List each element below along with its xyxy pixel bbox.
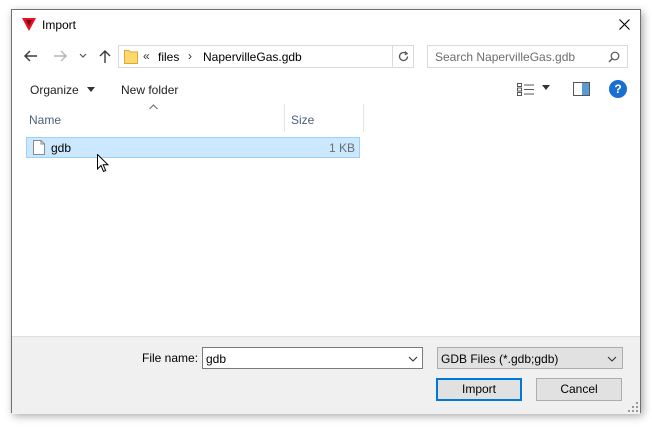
- import-dialog: Import « files › NapervilleGas.gdb Searc…: [11, 9, 641, 414]
- folder-icon: [124, 50, 138, 64]
- resize-grip-icon[interactable]: [628, 402, 638, 412]
- view-options-icon[interactable]: [517, 83, 535, 96]
- search-box[interactable]: Search NapervilleGas.gdb: [427, 45, 628, 68]
- file-name-value[interactable]: gdb: [206, 352, 226, 366]
- dropdown-arrow-icon: [87, 87, 96, 92]
- arrow-right-icon: [54, 50, 67, 62]
- file-name-label: File name:: [142, 351, 199, 365]
- close-icon: [619, 19, 630, 30]
- window-title: Import: [42, 18, 77, 32]
- new-folder-button[interactable]: New folder: [121, 83, 178, 97]
- up-button[interactable]: [97, 48, 115, 66]
- refresh-button[interactable]: [392, 46, 413, 67]
- chevron-down-icon: [79, 53, 87, 58]
- dialog-footer: File name: gdb GDB Files (*.gdb;gdb) Imp…: [12, 336, 640, 414]
- search-icon: [608, 51, 620, 63]
- file-size: 1 KB: [328, 141, 355, 155]
- column-label-size: Size: [291, 113, 315, 127]
- file-row[interactable]: gdb 1 KB: [26, 137, 360, 158]
- import-button[interactable]: Import: [436, 378, 522, 401]
- sort-ascending-icon: [149, 104, 158, 110]
- recent-locations-button[interactable]: [78, 48, 90, 66]
- mouse-cursor-icon: [97, 154, 109, 173]
- breadcrumb-separator[interactable]: ›: [188, 49, 192, 63]
- column-header-size[interactable]: Size: [285, 104, 364, 132]
- navigation-bar: « files › NapervilleGas.gdb Search Naper…: [12, 40, 640, 74]
- file-name: gdb: [51, 141, 72, 155]
- organize-menu[interactable]: Organize: [30, 83, 96, 97]
- column-header-name[interactable]: Name: [12, 104, 285, 132]
- address-bar[interactable]: « files › NapervilleGas.gdb: [118, 45, 414, 68]
- forward-button[interactable]: [52, 48, 70, 66]
- close-button[interactable]: [610, 10, 640, 40]
- refresh-icon: [398, 51, 409, 62]
- column-label-name: Name: [29, 113, 62, 127]
- file-name-field[interactable]: gdb: [202, 347, 423, 369]
- arrow-left-icon: [24, 50, 37, 62]
- title-bar[interactable]: Import: [12, 10, 640, 40]
- cancel-button[interactable]: Cancel: [536, 378, 622, 401]
- view-dropdown-icon[interactable]: [542, 85, 550, 91]
- chevron-down-icon: [607, 356, 617, 362]
- file-type-value: GDB Files (*.gdb;gdb): [441, 352, 559, 366]
- organize-label: Organize: [30, 83, 79, 97]
- app-logo-icon: [22, 18, 36, 31]
- search-input[interactable]: Search NapervilleGas.gdb: [435, 50, 575, 64]
- file-list: Name Size gdb 1 KB: [12, 104, 640, 336]
- help-icon[interactable]: ?: [609, 80, 627, 98]
- command-bar: Organize New folder ?: [12, 76, 640, 104]
- address-overflow[interactable]: «: [143, 49, 150, 63]
- breadcrumb-napervillegas[interactable]: NapervilleGas.gdb: [203, 50, 302, 64]
- file-type-select[interactable]: GDB Files (*.gdb;gdb): [437, 347, 623, 369]
- breadcrumb-files[interactable]: files: [158, 50, 179, 64]
- arrow-up-icon: [99, 50, 111, 63]
- file-icon: [33, 140, 45, 155]
- back-button[interactable]: [23, 48, 41, 66]
- chevron-down-icon[interactable]: [408, 356, 418, 362]
- preview-pane-icon[interactable]: [573, 82, 590, 96]
